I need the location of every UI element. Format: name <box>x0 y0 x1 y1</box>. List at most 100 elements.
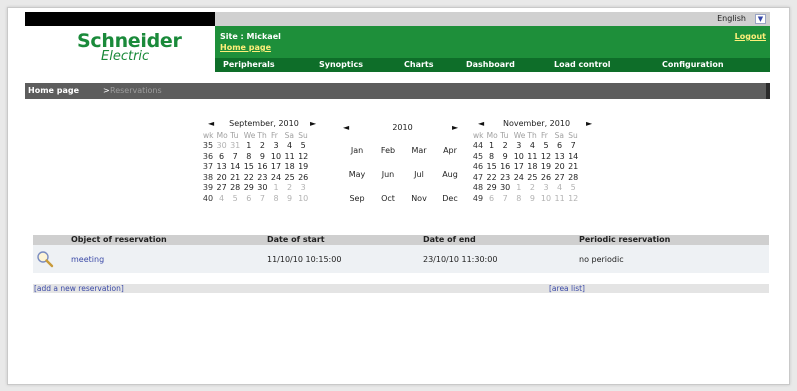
calendar-day[interactable]: 30 <box>256 183 268 192</box>
calendar-day[interactable]: 8 <box>243 152 255 161</box>
calendar-day[interactable]: 4 <box>284 141 296 150</box>
calendar-day[interactable]: 29 <box>243 183 255 192</box>
calendar-day[interactable]: 5 <box>229 194 241 203</box>
next-month-button[interactable]: ► <box>586 119 592 128</box>
calendar-day[interactable]: 16 <box>499 162 511 171</box>
calendar-day[interactable]: 9 <box>284 194 296 203</box>
month-cell[interactable]: Jun <box>373 170 403 179</box>
calendar-day[interactable]: 10 <box>297 194 309 203</box>
calendar-day[interactable]: 9 <box>526 194 538 203</box>
calendar-day[interactable]: 7 <box>229 152 241 161</box>
next-month-button[interactable]: ► <box>310 119 316 128</box>
calendar-day[interactable]: 10 <box>270 152 282 161</box>
calendar-day[interactable]: 4 <box>526 141 538 150</box>
chevron-down-icon[interactable]: ▼ <box>755 14 766 24</box>
language-select-value[interactable]: English <box>717 14 746 23</box>
calendar-day[interactable]: 11 <box>554 194 566 203</box>
month-cell[interactable]: Nov <box>404 194 434 203</box>
calendar-day[interactable]: 17 <box>513 162 525 171</box>
calendar-day[interactable]: 6 <box>554 141 566 150</box>
calendar-day[interactable]: 5 <box>567 183 579 192</box>
calendar-day[interactable]: 15 <box>486 162 498 171</box>
calendar-day[interactable]: 27 <box>216 183 228 192</box>
calendar-day[interactable]: 10 <box>513 152 525 161</box>
month-cell[interactable]: Sep <box>342 194 372 203</box>
calendar-day[interactable]: 29 <box>486 183 498 192</box>
nav-synoptics[interactable]: Synoptics <box>319 58 363 72</box>
calendar-day[interactable]: 3 <box>270 141 282 150</box>
area-list-link[interactable]: [area list] <box>549 284 585 293</box>
calendar-day[interactable]: 2 <box>256 141 268 150</box>
calendar-day[interactable]: 10 <box>540 194 552 203</box>
calendar-day[interactable]: 13 <box>216 162 228 171</box>
calendar-day[interactable]: 21 <box>567 162 579 171</box>
magnifier-icon[interactable] <box>36 250 54 268</box>
calendar-day[interactable]: 5 <box>540 141 552 150</box>
month-cell[interactable]: Mar <box>404 146 434 155</box>
calendar-day[interactable]: 17 <box>270 162 282 171</box>
calendar-day[interactable]: 7 <box>256 194 268 203</box>
calendar-day[interactable]: 9 <box>256 152 268 161</box>
calendar-day[interactable]: 23 <box>499 173 511 182</box>
month-cell[interactable]: Feb <box>373 146 403 155</box>
calendar-day[interactable]: 24 <box>270 173 282 182</box>
calendar-day[interactable]: 12 <box>540 152 552 161</box>
calendar-day[interactable]: 19 <box>540 162 552 171</box>
calendar-day[interactable]: 20 <box>554 162 566 171</box>
calendar-day[interactable]: 4 <box>216 194 228 203</box>
month-cell[interactable]: Apr <box>435 146 465 155</box>
calendar-day[interactable]: 11 <box>284 152 296 161</box>
calendar-day[interactable]: 28 <box>229 183 241 192</box>
calendar-day[interactable]: 21 <box>229 173 241 182</box>
calendar-day[interactable]: 6 <box>243 194 255 203</box>
calendar-day[interactable]: 1 <box>270 183 282 192</box>
calendar-day[interactable]: 18 <box>526 162 538 171</box>
calendar-day[interactable]: 2 <box>499 141 511 150</box>
month-cell[interactable]: Dec <box>435 194 465 203</box>
calendar-day[interactable]: 22 <box>243 173 255 182</box>
nav-load-control[interactable]: Load control <box>554 58 610 72</box>
calendar-day[interactable]: 13 <box>554 152 566 161</box>
month-cell[interactable]: May <box>342 170 372 179</box>
calendar-day[interactable]: 8 <box>513 194 525 203</box>
nav-charts[interactable]: Charts <box>404 58 434 72</box>
calendar-day[interactable]: 20 <box>216 173 228 182</box>
month-cell[interactable]: Oct <box>373 194 403 203</box>
calendar-day[interactable]: 14 <box>229 162 241 171</box>
reservation-object-link[interactable]: meeting <box>71 255 104 264</box>
calendar-day[interactable]: 30 <box>499 183 511 192</box>
calendar-day[interactable]: 15 <box>243 162 255 171</box>
calendar-day[interactable]: 4 <box>554 183 566 192</box>
home-page-link[interactable]: Home page <box>220 43 271 52</box>
logout-link[interactable]: Logout <box>735 32 766 41</box>
month-cell[interactable]: Aug <box>435 170 465 179</box>
calendar-day[interactable]: 8 <box>270 194 282 203</box>
calendar-day[interactable]: 6 <box>486 194 498 203</box>
table-row[interactable]: meeting 11/10/10 10:15:00 23/10/10 11:30… <box>33 245 769 273</box>
calendar-day[interactable]: 27 <box>554 173 566 182</box>
calendar-day[interactable]: 25 <box>284 173 296 182</box>
nav-peripherals[interactable]: Peripherals <box>223 58 275 72</box>
calendar-day[interactable]: 1 <box>513 183 525 192</box>
calendar-day[interactable]: 31 <box>229 141 241 150</box>
calendar-day[interactable]: 16 <box>256 162 268 171</box>
calendar-day[interactable]: 2 <box>526 183 538 192</box>
calendar-day[interactable]: 7 <box>567 141 579 150</box>
calendar-day[interactable]: 18 <box>284 162 296 171</box>
calendar-day[interactable]: 30 <box>216 141 228 150</box>
calendar-day[interactable]: 26 <box>540 173 552 182</box>
calendar-day[interactable]: 8 <box>486 152 498 161</box>
calendar-day[interactable]: 25 <box>526 173 538 182</box>
calendar-day[interactable]: 9 <box>499 152 511 161</box>
month-cell[interactable]: Jul <box>404 170 434 179</box>
month-cell[interactable]: Jan <box>342 146 372 155</box>
calendar-day[interactable]: 3 <box>297 183 309 192</box>
calendar-day[interactable]: 26 <box>297 173 309 182</box>
calendar-day[interactable]: 19 <box>297 162 309 171</box>
calendar-day[interactable]: 2 <box>284 183 296 192</box>
next-year-button[interactable]: ► <box>452 123 458 132</box>
calendar-day[interactable]: 11 <box>526 152 538 161</box>
calendar-day[interactable]: 5 <box>297 141 309 150</box>
calendar-day[interactable]: 22 <box>486 173 498 182</box>
calendar-day[interactable]: 7 <box>499 194 511 203</box>
